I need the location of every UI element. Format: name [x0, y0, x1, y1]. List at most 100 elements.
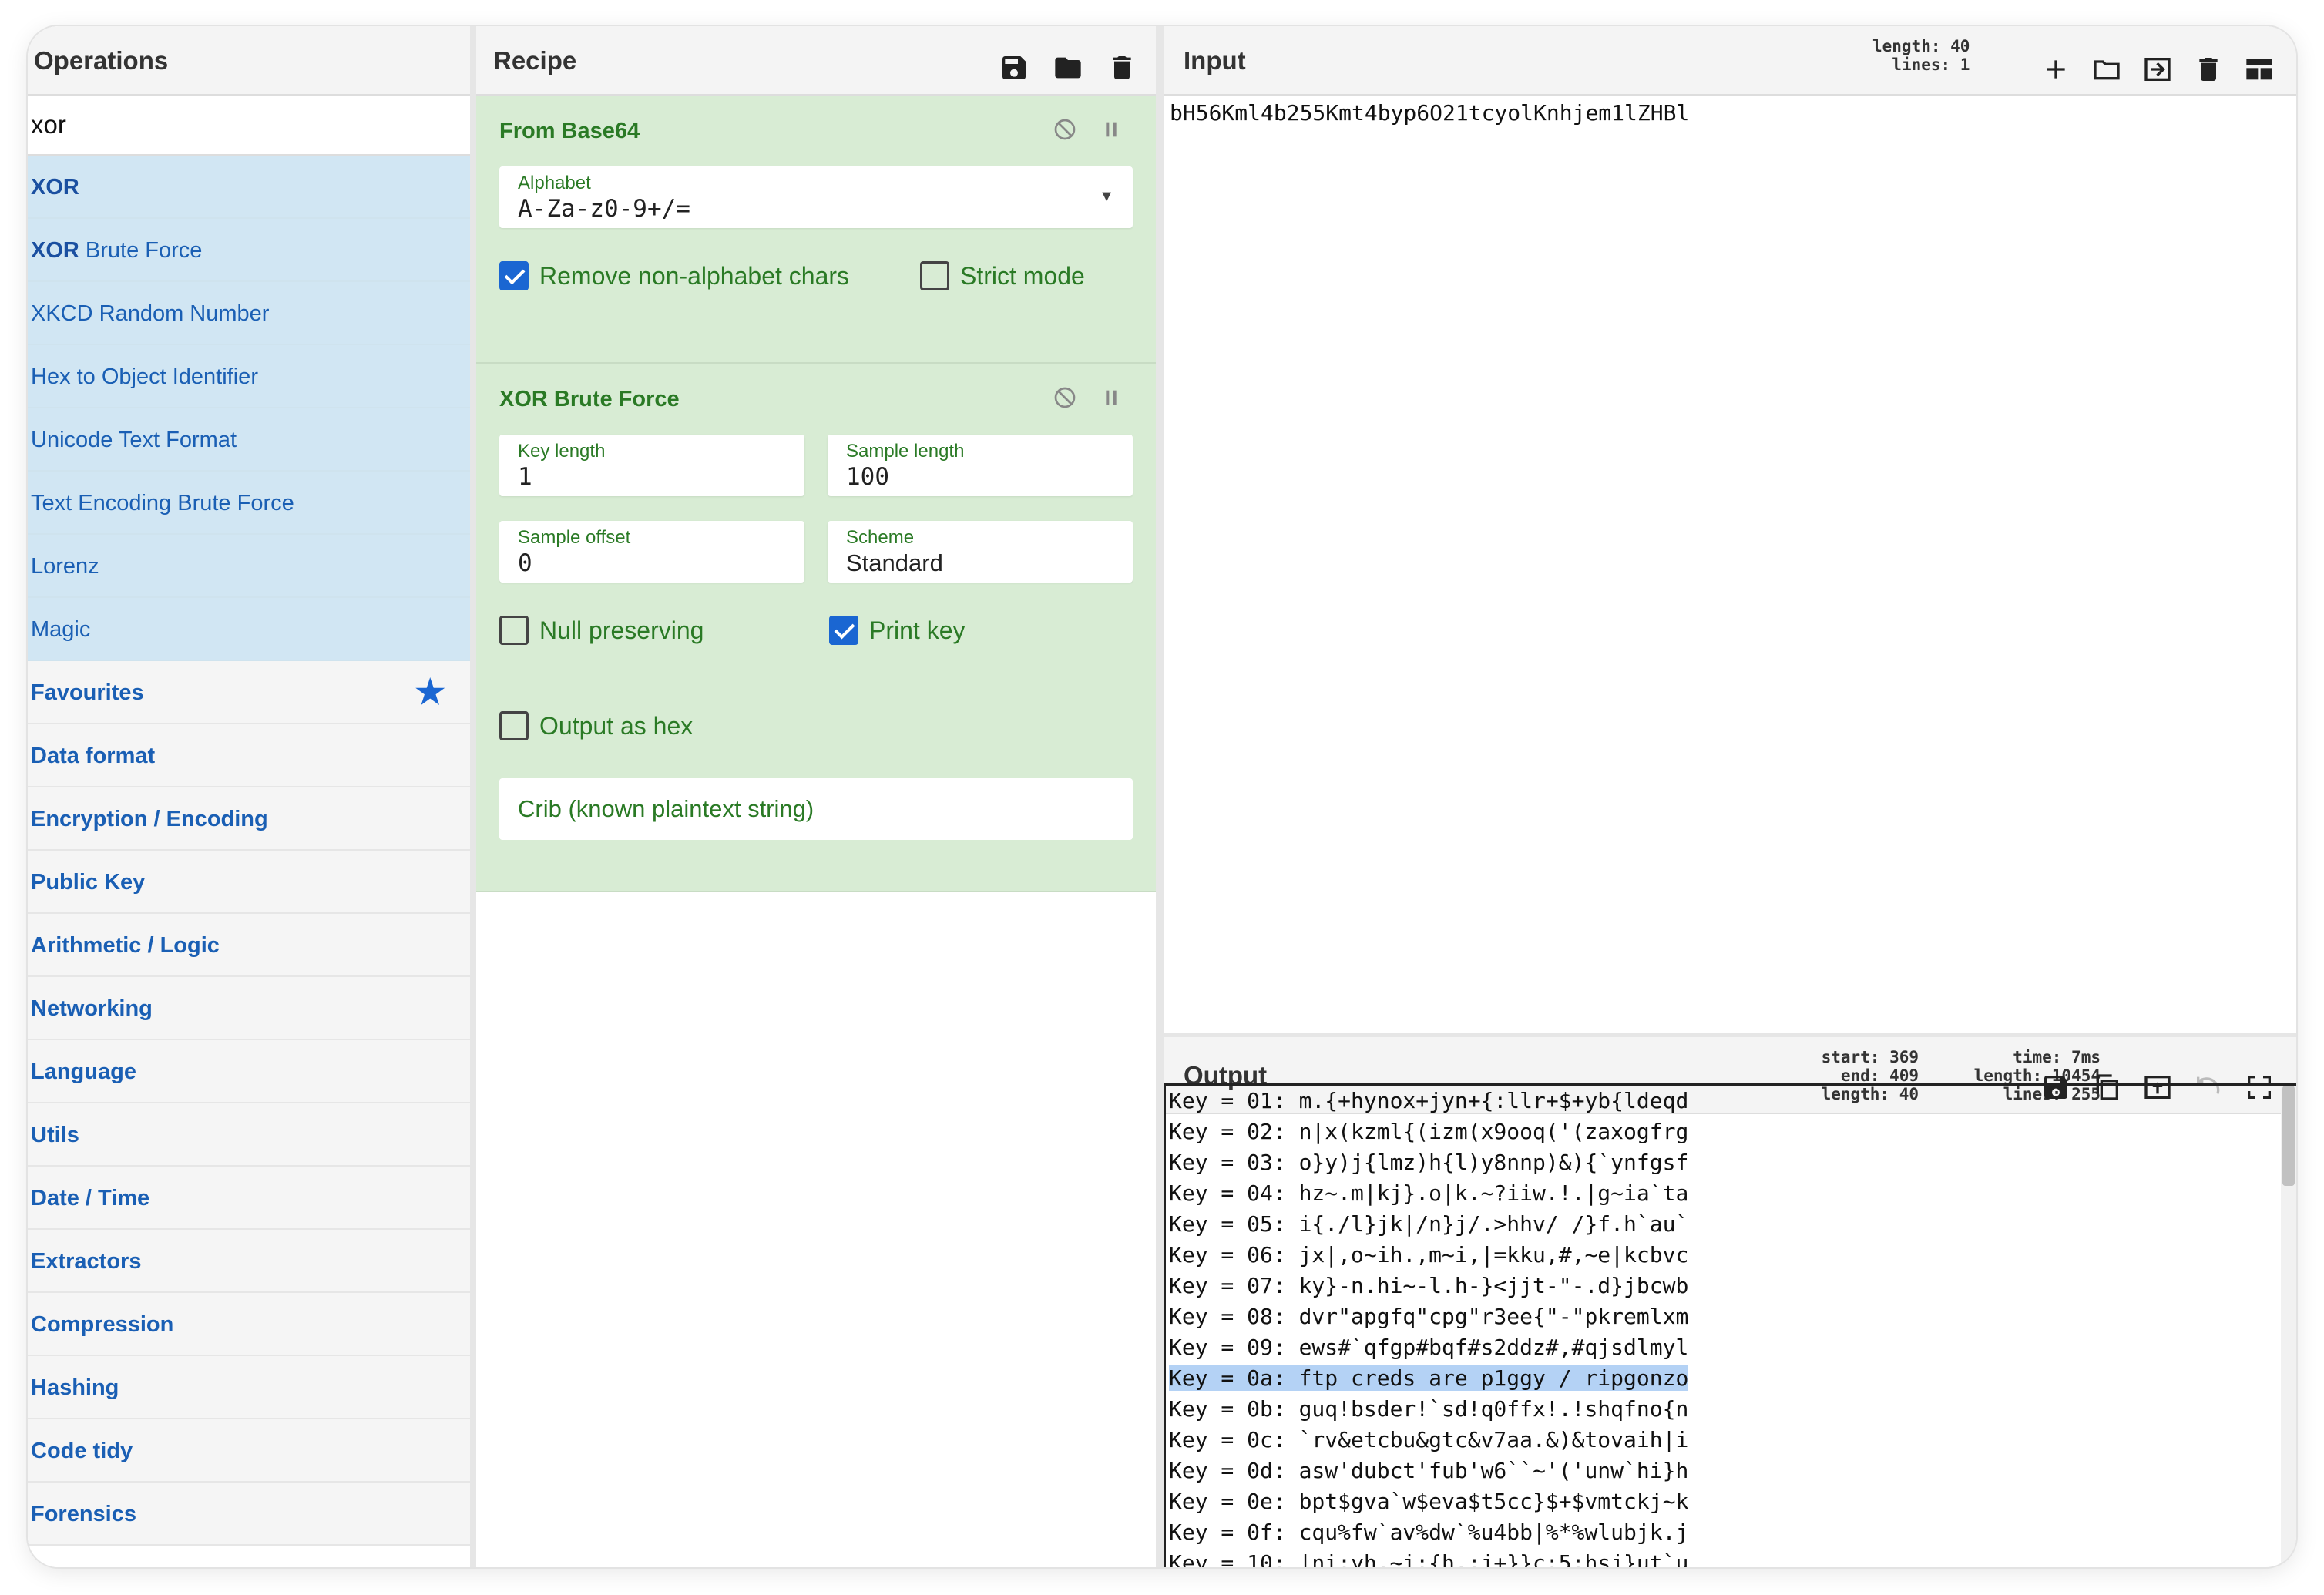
- search-result-label: XKCD Random Number: [31, 301, 270, 326]
- category-item[interactable]: Extractors: [28, 1230, 470, 1293]
- category-item[interactable]: Compression: [28, 1293, 470, 1356]
- output-line: Key = 10: |ni:yh.~i:{h.:j+}}c:5:hsj}ut`u: [1169, 1548, 2296, 1567]
- operations-search-input[interactable]: [28, 96, 470, 156]
- pause-operation-icon[interactable]: [1099, 384, 1123, 411]
- output-line: Key = 04: hz~.m|kj}.o|k.~?iiw.!.|g~ia`ta: [1169, 1178, 2296, 1209]
- category-item[interactable]: Encryption / Encoding: [28, 787, 470, 851]
- open-folder-icon[interactable]: [2091, 43, 2122, 80]
- from-base64-operation: From Base64 Alphabet A-Za-z0-9+/= ▼ Remo…: [476, 96, 1156, 364]
- key-length-field[interactable]: Key length 1: [499, 435, 804, 496]
- category-item[interactable]: Data format: [28, 724, 470, 787]
- search-result-item[interactable]: XOR: [28, 156, 470, 219]
- clear-input-trash-icon[interactable]: [2193, 43, 2224, 81]
- output-line-text: Key = 10: |ni:yh.~i:{h.:j+}}c:5:hsj}ut`u: [1169, 1550, 1689, 1567]
- category-item[interactable]: Networking: [28, 977, 470, 1040]
- category-label: Favourites: [31, 680, 144, 705]
- category-item[interactable]: Hashing: [28, 1356, 470, 1419]
- output-as-hex-checkbox[interactable]: Output as hex: [499, 711, 693, 740]
- category-item[interactable]: Language: [28, 1040, 470, 1103]
- disable-operation-icon[interactable]: [1053, 116, 1077, 143]
- output-line: Key = 02: n|x(kzml{(izm(x9ooq('(zaxogfrg: [1169, 1116, 2296, 1147]
- category-item[interactable]: Utils: [28, 1103, 470, 1167]
- clear-recipe-trash-icon[interactable]: [1107, 42, 1137, 79]
- sample-offset-field[interactable]: Sample offset 0: [499, 521, 804, 583]
- dropdown-caret-icon: ▼: [1099, 188, 1114, 205]
- recipe-header: Recipe: [476, 26, 1156, 96]
- null-preserving-checkbox[interactable]: Null preserving: [499, 616, 829, 645]
- category-item[interactable]: Public Key: [28, 851, 470, 914]
- alphabet-label: Alphabet: [518, 173, 591, 193]
- category-label: Extractors: [31, 1249, 142, 1274]
- search-result-item[interactable]: Text Encoding Brute Force: [28, 472, 470, 535]
- category-label: Language: [31, 1059, 136, 1084]
- input-stats: length: 40 lines: 1: [1872, 37, 1970, 74]
- output-line: Key = 01: m.{+hynox+jyn+{:llr+$+yb{ldeqd: [1169, 1086, 2296, 1116]
- pane-resizer[interactable]: [1156, 26, 1164, 1567]
- sample-length-field[interactable]: Sample length 100: [828, 435, 1133, 496]
- output-line-text: Key = 06: jx|,o~ih.,m~i,|=kku,#,~e|kcbvc: [1169, 1242, 1689, 1268]
- category-item[interactable]: Arithmetic / Logic: [28, 914, 470, 977]
- operations-pane: Operations XORXOR Brute ForceXKCD Random…: [28, 26, 470, 1567]
- load-recipe-folder-icon[interactable]: [1053, 42, 1083, 79]
- search-result-item[interactable]: Unicode Text Format: [28, 408, 470, 472]
- category-item[interactable]: Code tidy: [28, 1419, 470, 1483]
- scheme-dropdown[interactable]: Scheme Standard: [828, 521, 1133, 583]
- checkbox-unchecked-icon: [920, 261, 949, 290]
- search-results-list: XOR XOR Brute Force XKCD Random Number Hex …: [28, 156, 470, 661]
- pause-operation-icon[interactable]: [1099, 116, 1123, 143]
- search-result-item[interactable]: XKCD Random Number: [28, 282, 470, 345]
- disable-operation-icon[interactable]: [1053, 384, 1077, 411]
- search-result-label: Brute Force: [79, 238, 203, 263]
- output-textarea[interactable]: Key = 01: m.{+hynox+jyn+{:llr+$+yb{ldeqd…: [1164, 1083, 2296, 1567]
- output-line: Key = 0c: `rv&etcbu&gtc&v7aa.&)&tovaih|i: [1169, 1425, 2296, 1456]
- category-label: Forensics: [31, 1502, 136, 1526]
- output-line-text: Key = 0f: cqu%fw`av%dw`%u4bb|%*%wlubjk.j: [1169, 1519, 1689, 1545]
- output-line: Key = 07: ky}-n.hi~-l.h-}<jjt-"-.d}jbcwb: [1169, 1271, 2296, 1301]
- remove-non-alphabet-checkbox[interactable]: Remove non-alphabet chars: [499, 261, 920, 290]
- input-textarea[interactable]: bH56Kml4b255Kmt4byp6O21tcyolKnhjem1lZHBl: [1164, 96, 2296, 1033]
- output-line: Key = 09: ews#`qfgp#bqf#s2ddz#,#qjsdlmyl: [1169, 1332, 2296, 1363]
- favourite-star-icon[interactable]: ★: [415, 661, 445, 724]
- output-line: Key = 0a: ftp creds are p1ggy / ripgonzo: [1169, 1363, 2296, 1394]
- search-result-label: Lorenz: [31, 554, 99, 579]
- category-item[interactable]: Forensics: [28, 1483, 470, 1546]
- checkbox-checked-icon: [499, 261, 529, 290]
- output-line: Key = 0f: cqu%fw`av%dw`%u4bb|%*%wlubjk.j: [1169, 1517, 2296, 1548]
- print-key-checkbox[interactable]: Print key: [829, 616, 965, 645]
- sample-offset-value: 0: [518, 549, 532, 577]
- search-result-item[interactable]: Lorenz: [28, 535, 470, 598]
- save-recipe-icon[interactable]: [999, 42, 1029, 79]
- output-line-text: Key = 01: m.{+hynox+jyn+{:llr+$+yb{ldeqd: [1169, 1088, 1689, 1113]
- search-result-label: Text Encoding Brute Force: [31, 491, 294, 515]
- output-line: Key = 06: jx|,o~ih.,m~i,|=kku,#,~e|kcbvc: [1169, 1240, 2296, 1271]
- search-result-item[interactable]: Magic: [28, 598, 470, 661]
- category-label: Hashing: [31, 1375, 119, 1400]
- output-scrollbar[interactable]: [2281, 1086, 2296, 1567]
- sample-length-value: 100: [846, 463, 889, 491]
- output-line-text: Key = 0e: bpt$gva`w$eva$t5cc}$+$vmtckj~k: [1169, 1489, 1689, 1514]
- scrollbar-thumb[interactable]: [2282, 1086, 2295, 1186]
- pane-resizer[interactable]: [470, 26, 476, 1567]
- output-line: Key = 0d: asw'dubct'fub'w6``~'('unw`hi}h: [1169, 1456, 2296, 1486]
- category-item[interactable]: Favourites ★: [28, 661, 470, 724]
- output-line: Key = 05: i{./l}jk|/n}j/.>hhv/ /}f.h`au`: [1169, 1209, 2296, 1240]
- xor-brute-force-title: XOR Brute Force: [499, 387, 680, 411]
- category-label: Encryption / Encoding: [31, 807, 268, 831]
- output-line-text: Key = 0d: asw'dubct'fub'w6``~'('unw`hi}h: [1169, 1458, 1689, 1483]
- add-input-tab-icon[interactable]: [2040, 43, 2071, 79]
- key-length-label: Key length: [518, 441, 606, 462]
- crib-input[interactable]: Crib (known plaintext string): [499, 778, 1133, 840]
- strict-mode-checkbox[interactable]: Strict mode: [920, 261, 1085, 290]
- category-label: Networking: [31, 996, 153, 1021]
- input-lines-stat: lines: 1: [1892, 55, 1970, 74]
- alphabet-dropdown[interactable]: Alphabet A-Za-z0-9+/= ▼: [499, 166, 1133, 228]
- input-title: Input: [1184, 46, 1246, 75]
- category-item[interactable]: Date / Time: [28, 1167, 470, 1230]
- category-label: Code tidy: [31, 1439, 133, 1463]
- output-line: Key = 08: dvr"apgfq"cpg"r3ee{"-"pkremlxm: [1169, 1301, 2296, 1332]
- reset-layout-icon[interactable]: [2244, 43, 2275, 80]
- open-file-icon[interactable]: [2142, 43, 2173, 81]
- search-result-item[interactable]: XOR Brute Force: [28, 219, 470, 282]
- category-label: Compression: [31, 1312, 174, 1337]
- search-result-item[interactable]: Hex to Object Identifier: [28, 345, 470, 408]
